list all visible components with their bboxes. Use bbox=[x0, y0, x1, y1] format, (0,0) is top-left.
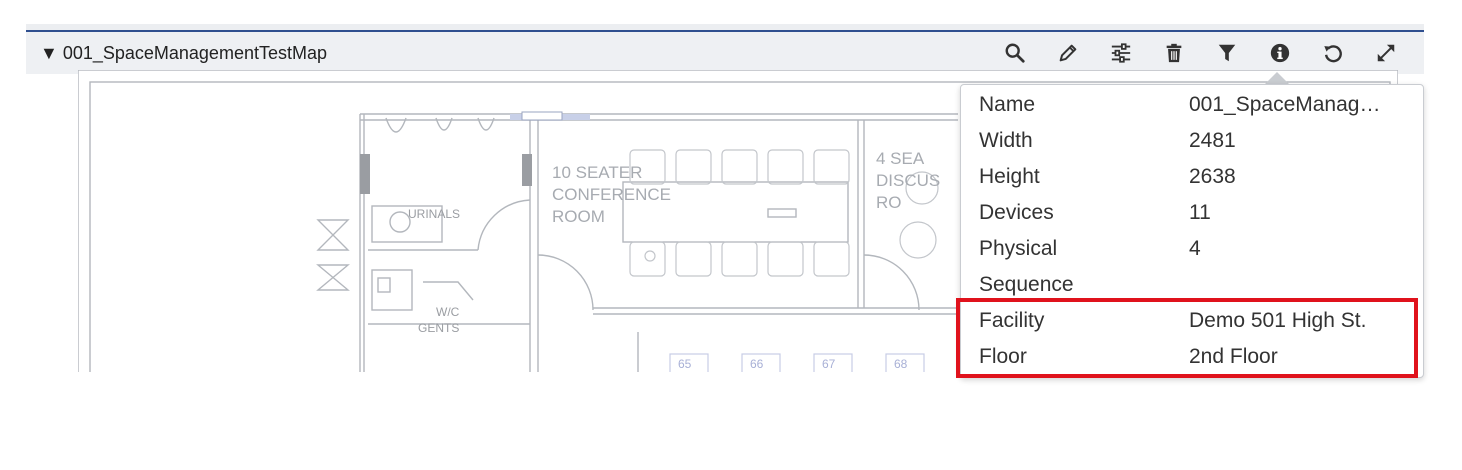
info-value: 11 bbox=[1189, 201, 1211, 224]
floorplan-label-conference-2: CONFERENCE bbox=[552, 185, 671, 204]
seat-68: 68 bbox=[894, 357, 908, 371]
delete-button[interactable] bbox=[1147, 32, 1200, 74]
floorplan-label-conference-1: 10 SEATER bbox=[552, 163, 642, 182]
floorplan-label-discussion-2: DISCUS bbox=[876, 171, 940, 190]
info-icon bbox=[1270, 43, 1289, 63]
info-key: Width bbox=[979, 129, 1033, 152]
info-value: 001_SpaceManag… bbox=[1189, 93, 1381, 116]
info-row-width: Width 2481 bbox=[979, 123, 1409, 159]
info-button[interactable] bbox=[1253, 32, 1306, 74]
info-row-name: Name 001_SpaceManag… bbox=[979, 87, 1409, 123]
info-value: 2638 bbox=[1189, 165, 1236, 188]
info-row-devices: Devices 11 bbox=[979, 195, 1409, 231]
floorplan-label-wc-gents-1: W/C bbox=[436, 305, 460, 319]
seat-65: 65 bbox=[678, 357, 692, 371]
seat-66: 66 bbox=[750, 357, 764, 371]
filter-icon bbox=[1218, 44, 1235, 62]
expand-icon bbox=[1377, 44, 1394, 62]
map-toolbar bbox=[988, 32, 1412, 74]
sliders-icon bbox=[1111, 43, 1130, 63]
info-key: Height bbox=[979, 165, 1040, 188]
floorplan-label-discussion-3: RO bbox=[876, 193, 902, 212]
info-value: 2481 bbox=[1189, 129, 1236, 152]
seat-67: 67 bbox=[822, 357, 836, 371]
refresh-button[interactable] bbox=[1306, 32, 1359, 74]
info-key: Sequence bbox=[979, 273, 1074, 296]
info-row-physical: Physical 4 bbox=[979, 231, 1409, 267]
floorplan-label-urinals: URINALS bbox=[408, 207, 460, 221]
panel-header[interactable]: ▼ 001_SpaceManagementTestMap bbox=[26, 32, 1424, 74]
search-button[interactable] bbox=[988, 32, 1041, 74]
settings-button[interactable] bbox=[1094, 32, 1147, 74]
search-icon bbox=[1005, 43, 1025, 63]
edit-button[interactable] bbox=[1041, 32, 1094, 74]
map-title[interactable]: ▼ 001_SpaceManagementTestMap bbox=[40, 43, 327, 64]
floorplan-label-conference-3: ROOM bbox=[552, 207, 605, 226]
pencil-icon bbox=[1059, 44, 1076, 62]
refresh-icon bbox=[1323, 45, 1342, 63]
expand-button[interactable] bbox=[1359, 32, 1412, 74]
info-key: Devices bbox=[979, 201, 1054, 224]
info-key: Name bbox=[979, 93, 1036, 116]
trash-icon bbox=[1166, 43, 1181, 63]
info-key: Physical bbox=[979, 237, 1058, 260]
highlight-box bbox=[956, 298, 1418, 378]
floorplan-label-discussion-1: 4 SEA bbox=[876, 149, 925, 168]
info-row-height: Height 2638 bbox=[979, 159, 1409, 195]
info-value: 4 bbox=[1189, 237, 1201, 260]
filter-button[interactable] bbox=[1200, 32, 1253, 74]
floorplan-label-wc-gents-2: GENTS bbox=[418, 321, 459, 335]
